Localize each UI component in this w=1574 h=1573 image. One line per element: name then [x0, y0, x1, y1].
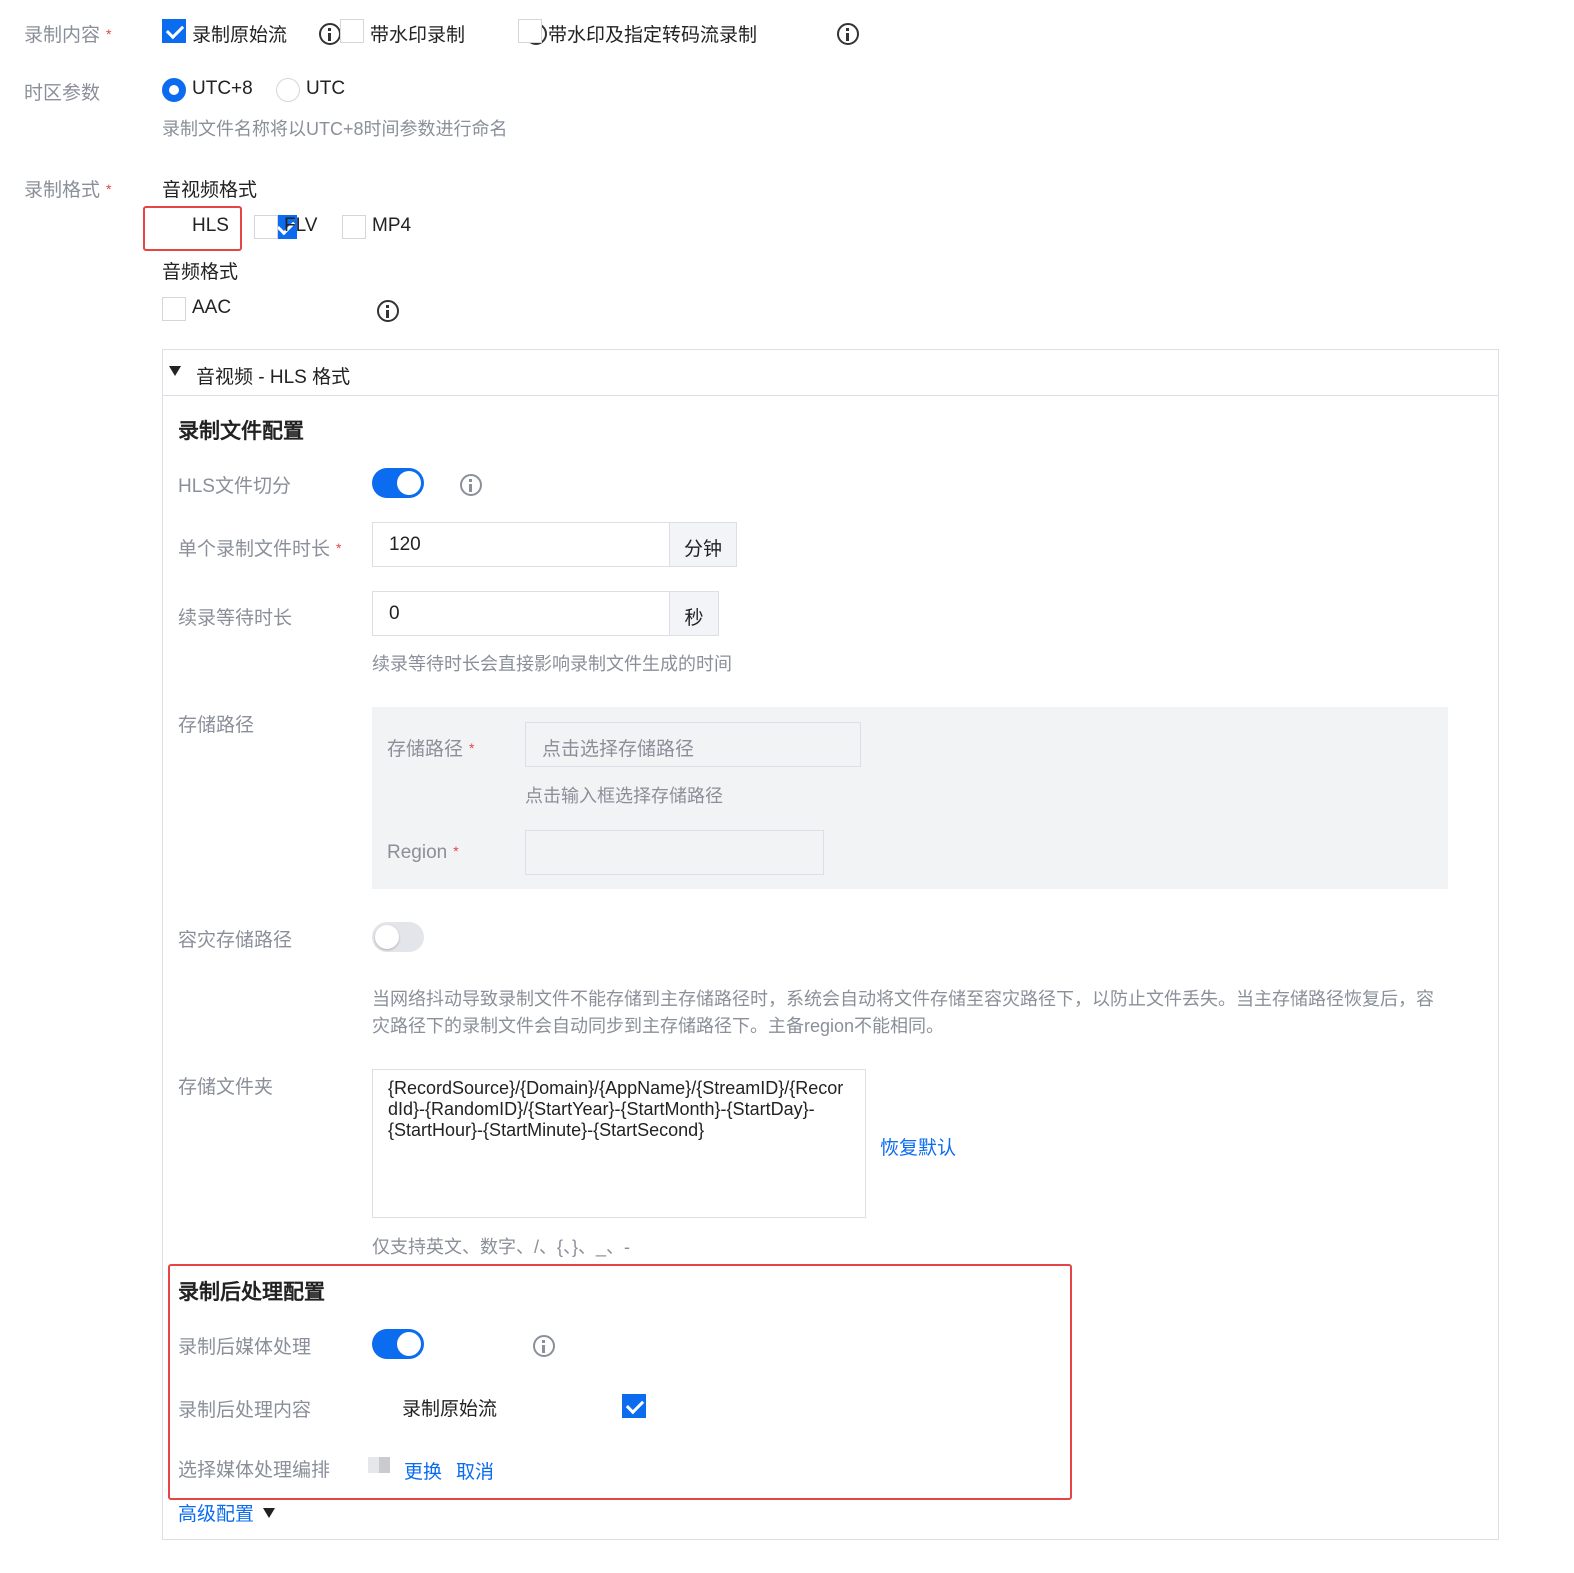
checkbox-mp4-label: MP4 [372, 215, 412, 236]
cancel-link[interactable]: 取消 [456, 1457, 494, 1484]
folder-line: {StartHour}-{StartMinute}-{StartSecond} [388, 1120, 705, 1140]
wait-input[interactable]: 0 [372, 591, 670, 636]
duration-input[interactable]: 120 [372, 522, 670, 567]
timezone-label: 时区参数 [24, 83, 101, 104]
radio-utc8[interactable] [162, 78, 186, 102]
info-icon[interactable] [377, 300, 400, 322]
chevron-down-icon [263, 1508, 276, 1518]
folder-hint: 仅支持英文、数字、/、{、}、_、- [372, 1237, 631, 1257]
storage-inner-label: 存储路径 * [387, 739, 475, 760]
timezone-hint: 录制文件名称将以UTC+8时间参数进行命名 [162, 119, 508, 139]
wait-label: 续录等待时长 [178, 608, 293, 629]
hls-split-toggle[interactable] [372, 468, 424, 498]
storage-path-input[interactable]: 点击选择存储路径 [525, 722, 861, 767]
radio-utc[interactable] [276, 78, 300, 102]
storage-label: 存储路径 [178, 715, 255, 736]
checkbox-flv[interactable] [254, 215, 278, 239]
restore-default-link[interactable]: 恢复默认 [880, 1133, 956, 1160]
post-content-label: 录制后处理内容 [178, 1400, 312, 1421]
panel-title[interactable]: 音视频 - HLS 格式 [196, 362, 350, 389]
dr-hint-line1: 当网络抖动导致录制文件不能存储到主存储路径时，系统会自动将文件存储至容灾路径下，… [372, 989, 1434, 1009]
post-media-label: 录制后媒体处理 [178, 1337, 312, 1358]
checkbox-post-original-stream[interactable] [621, 1394, 646, 1418]
folder-label: 存储文件夹 [178, 1077, 274, 1098]
file-config-heading: 录制文件配置 [178, 420, 304, 443]
option-original-stream-label: 录制原始流 [192, 25, 288, 46]
checkbox-watermark[interactable] [340, 19, 364, 43]
checkbox-watermark-transcode[interactable] [518, 19, 542, 43]
region-select[interactable] [525, 830, 824, 875]
info-icon[interactable] [836, 23, 859, 45]
storage-hint: 点击输入框选择存储路径 [525, 786, 723, 806]
folder-line: {RecordSource}/{Domain}/{AppName}/{Strea… [388, 1078, 844, 1098]
option-watermark-transcode-label: 带水印及指定转码流录制 [548, 25, 758, 46]
dr-storage-label: 容灾存储路径 [178, 930, 293, 951]
folder-line: dId}-{RandomID}/{StartYear}-{StartMonth}… [388, 1099, 815, 1119]
wait-unit: 秒 [669, 591, 719, 636]
panel-header-divider [163, 395, 1498, 396]
post-process-heading: 录制后处理配置 [178, 1281, 325, 1304]
info-icon[interactable] [459, 474, 482, 496]
post-media-toggle[interactable] [372, 1329, 424, 1359]
checkbox-aac-label: AAC [192, 297, 232, 318]
hls-split-label: HLS文件切分 [178, 476, 291, 497]
region-label: Region * [387, 842, 459, 863]
folder-textarea[interactable]: {RecordSource}/{Domain}/{AppName}/{Strea… [372, 1069, 866, 1218]
image-placeholder-icon [368, 1457, 390, 1473]
checkbox-hls-label: HLS [192, 215, 229, 236]
checkbox-aac[interactable] [162, 297, 186, 321]
checkbox-original-stream[interactable] [162, 19, 186, 43]
post-content-option-label: 录制原始流 [402, 1399, 498, 1420]
radio-utc-label: UTC [306, 78, 346, 99]
audio-format-title: 音频格式 [162, 262, 239, 283]
checkbox-flv-label: FLV [284, 215, 318, 236]
record-content-label: 录制内容 * [24, 25, 112, 46]
duration-unit: 分钟 [669, 522, 737, 567]
dr-hint-line2: 灾路径下的录制文件会自动同步到主存储路径下。主备region不能相同。 [372, 1016, 945, 1036]
dr-storage-toggle[interactable] [372, 922, 424, 952]
radio-utc8-label: UTC+8 [192, 78, 253, 99]
duration-label: 单个录制文件时长 * [178, 539, 342, 560]
av-format-title: 音视频格式 [162, 180, 258, 201]
workflow-label: 选择媒体处理编排 [178, 1460, 331, 1481]
option-watermark-label: 带水印录制 [370, 25, 466, 46]
change-link[interactable]: 更换 [404, 1457, 442, 1484]
record-format-label: 录制格式 * [24, 180, 112, 201]
collapse-triangle-icon[interactable] [169, 366, 181, 376]
checkbox-mp4[interactable] [342, 215, 366, 239]
wait-hint: 续录等待时长会直接影响录制文件生成的时间 [372, 654, 732, 674]
info-icon[interactable] [319, 23, 342, 45]
advanced-config-link[interactable]: 高级配置 [178, 1499, 276, 1526]
